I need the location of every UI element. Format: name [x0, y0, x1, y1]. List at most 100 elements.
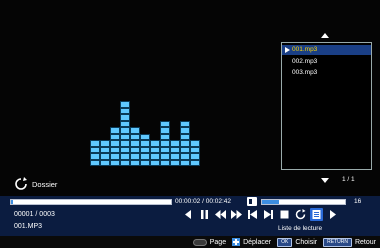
equalizer-cell [190, 146, 200, 153]
skip-prev-icon [248, 210, 257, 219]
help-bar: Page Déplacer OK Choisir RETURN Retour [0, 236, 380, 248]
equalizer-cell [180, 120, 190, 127]
pause-icon [201, 210, 208, 219]
rewind-icon [215, 210, 226, 219]
equalizer-cell [110, 140, 120, 147]
equalizer-cell [150, 140, 160, 147]
equalizer-cell [120, 127, 130, 134]
equalizer-cell [130, 140, 140, 147]
ok-key-badge: OK [277, 237, 293, 247]
skip-next-button[interactable] [262, 208, 275, 221]
equalizer-cell [160, 120, 170, 127]
equalizer-cell [160, 153, 170, 160]
rotate-icon [15, 177, 27, 190]
equalizer-cell [110, 133, 120, 140]
equalizer-cell [160, 159, 170, 166]
equalizer-cell [110, 127, 120, 134]
folder-label: Dossier [32, 179, 58, 189]
rewind-button[interactable] [214, 208, 227, 221]
equalizer-cell [180, 133, 190, 140]
equalizer-cell [140, 133, 150, 140]
equalizer-cell [110, 153, 120, 160]
forward-button[interactable] [230, 208, 243, 221]
volume-value: 16 [354, 198, 362, 205]
playlist-item[interactable]: 003.mp3 [282, 68, 371, 78]
progress-bar[interactable] [10, 199, 172, 205]
playlist-panel: 001.mp3 002.mp3 003.mp3 [281, 42, 372, 170]
playlist-label: Liste de lecture [278, 225, 323, 232]
equalizer-cell [160, 140, 170, 147]
playlist-button[interactable] [310, 208, 323, 221]
equalizer-cell [100, 140, 110, 147]
next-button[interactable] [326, 208, 339, 221]
equalizer-cell [120, 101, 130, 108]
page-key-icon [192, 238, 207, 246]
equalizer-cell [190, 140, 200, 147]
equalizer-cell [190, 153, 200, 160]
equalizer-cell [150, 146, 160, 153]
visualizer-area: Dossier 001.mp3 002.mp3 003.mp3 1 / 1 [0, 0, 380, 196]
page-indicator: 1 / 1 [342, 176, 355, 183]
equalizer-cell [160, 127, 170, 134]
equalizer [90, 88, 200, 166]
equalizer-cell [160, 133, 170, 140]
equalizer-cell [130, 133, 140, 140]
dpad-icon [232, 238, 241, 246]
scroll-up-icon[interactable] [321, 33, 329, 38]
equalizer-cell [130, 127, 140, 134]
equalizer-cell [130, 153, 140, 160]
equalizer-cell [130, 159, 140, 166]
track-index: 00001 / 0003 [14, 211, 55, 218]
equalizer-cell [160, 146, 170, 153]
playlist-item[interactable]: 001.mp3 [282, 45, 371, 55]
equalizer-cell [90, 159, 100, 166]
forward-icon [231, 210, 242, 219]
volume-icon [247, 197, 257, 206]
equalizer-cell [140, 146, 150, 153]
track-name: 001.MP3 [14, 223, 43, 230]
equalizer-cell [180, 146, 190, 153]
equalizer-cell [170, 146, 180, 153]
transport-controls [182, 208, 339, 221]
equalizer-cell [100, 146, 110, 153]
volume-bar[interactable] [261, 199, 346, 205]
help-choose: OK Choisir [277, 237, 317, 247]
equalizer-cell [120, 159, 130, 166]
equalizer-cell [110, 146, 120, 153]
equalizer-cell [120, 146, 130, 153]
prev-button[interactable] [182, 208, 195, 221]
stop-icon [280, 210, 289, 219]
equalizer-cell [90, 153, 100, 160]
equalizer-cell [170, 159, 180, 166]
equalizer-cell [180, 140, 190, 147]
equalizer-cell [140, 159, 150, 166]
help-page: Page [192, 238, 226, 246]
equalizer-cell [120, 114, 130, 121]
equalizer-cell [180, 153, 190, 160]
equalizer-cell [150, 153, 160, 160]
equalizer-cell [120, 140, 130, 147]
equalizer-cell [100, 153, 110, 160]
equalizer-cell [150, 159, 160, 166]
help-back: RETURN Retour [323, 237, 376, 247]
time-readout: 00:00:02 / 00:02:42 [175, 198, 232, 205]
equalizer-cell [170, 140, 180, 147]
equalizer-cell [110, 159, 120, 166]
equalizer-cell [190, 159, 200, 166]
skip-prev-button[interactable] [246, 208, 259, 221]
pause-button[interactable] [198, 208, 211, 221]
equalizer-cell [120, 107, 130, 114]
repeat-icon [295, 209, 306, 220]
scroll-down-icon[interactable] [321, 178, 329, 183]
equalizer-cell [180, 127, 190, 134]
repeat-button[interactable] [294, 208, 307, 221]
equalizer-cell [120, 120, 130, 127]
play-marker-icon [285, 47, 290, 53]
equalizer-cell [120, 133, 130, 140]
equalizer-cell [120, 153, 130, 160]
stop-button[interactable] [278, 208, 291, 221]
playlist-item[interactable]: 002.mp3 [282, 57, 371, 67]
folder-button[interactable]: Dossier [14, 177, 57, 191]
help-move: Déplacer [232, 238, 271, 246]
progress-fill [11, 200, 14, 204]
